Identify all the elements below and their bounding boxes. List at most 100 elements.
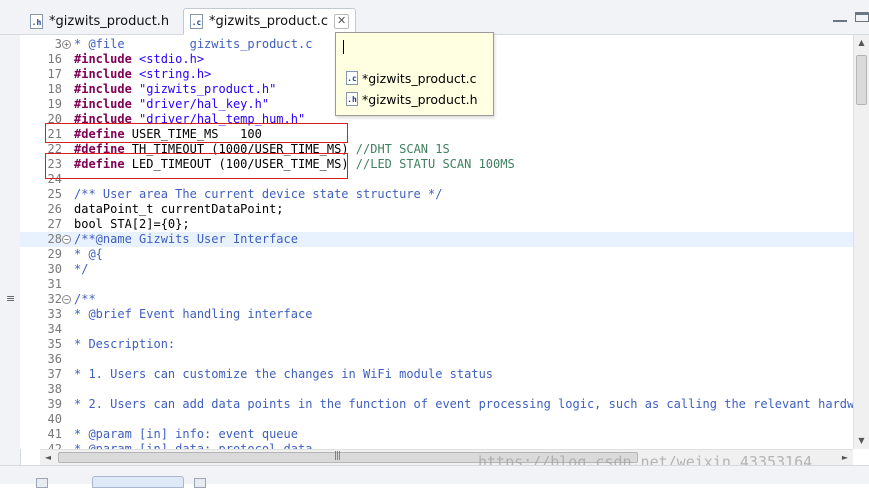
code-token: * 1. Users can customize the changes in … bbox=[74, 367, 494, 381]
code-token: * @{ bbox=[74, 247, 103, 261]
scroll-up-icon[interactable]: ▲ bbox=[854, 35, 869, 51]
code-token: //LED STATU SCAN 100MS bbox=[355, 157, 515, 171]
code-token: /** User area The current device state s… bbox=[74, 187, 443, 201]
code-text: * 1. Users can customize the changes in … bbox=[74, 367, 493, 382]
code-line[interactable]: 25 /** User area The current device state… bbox=[20, 187, 853, 202]
popup-item-label: *gizwits_product.c bbox=[362, 70, 477, 86]
window-controls bbox=[833, 12, 869, 22]
code-text: bool STA[2]={0}; bbox=[74, 217, 190, 232]
vertical-scroll-thumb[interactable] bbox=[856, 55, 867, 105]
code-token: * @param [in] data: protocol data bbox=[74, 442, 313, 449]
minimize-icon[interactable] bbox=[833, 12, 847, 22]
line-number: 40 bbox=[47, 412, 62, 426]
code-line[interactable]: 34 bbox=[20, 322, 853, 337]
bottom-panel-bar bbox=[0, 465, 869, 488]
code-text: /** User area The current device state s… bbox=[74, 187, 442, 202]
scroll-left-icon[interactable]: ◄ bbox=[40, 450, 56, 465]
tab-gizwits-product-c[interactable]: .c *gizwits_product.c ✕ bbox=[183, 8, 357, 35]
code-text: * @brief Event handling interface bbox=[74, 307, 312, 322]
code-line[interactable]: 35 * Description: bbox=[20, 337, 853, 352]
left-trim-strip: ≡ bbox=[0, 35, 21, 483]
code-line[interactable]: 41 * @param [in] info: event queue bbox=[20, 427, 853, 442]
panel-icon[interactable] bbox=[194, 478, 206, 488]
code-text: */ bbox=[74, 262, 88, 277]
code-line[interactable]: 31 bbox=[20, 277, 853, 292]
line-number: 27 bbox=[47, 217, 62, 231]
code-line[interactable]: 42 * @param [in] data: protocol data bbox=[20, 442, 853, 449]
code-text: #include <stdio.h> bbox=[74, 52, 204, 67]
close-icon[interactable]: ✕ bbox=[334, 14, 350, 29]
code-line[interactable]: 38 bbox=[20, 382, 853, 397]
panel-icon[interactable] bbox=[36, 478, 48, 488]
code-token: #include bbox=[74, 67, 132, 81]
code-token: /**@name Gizwits User Interface bbox=[74, 232, 298, 246]
code-line[interactable]: 28−/**@name Gizwits User Interface bbox=[20, 232, 853, 247]
h-file-icon: .h bbox=[30, 13, 43, 29]
line-number: 19 bbox=[47, 97, 62, 111]
code-line[interactable]: 37 * 1. Users can customize the changes i… bbox=[20, 367, 853, 382]
code-token: * 2. Users can add data points in the fu… bbox=[74, 397, 853, 411]
line-number: 41 bbox=[47, 427, 62, 441]
collapse-fold-icon[interactable]: − bbox=[62, 235, 71, 244]
scroll-right-icon[interactable]: ► bbox=[837, 450, 853, 465]
tab-gizwits-product-h[interactable]: .h *gizwits_product.h bbox=[30, 9, 169, 33]
code-line[interactable]: 36 bbox=[20, 352, 853, 367]
line-number: 26 bbox=[47, 202, 62, 216]
code-token: <string.h> bbox=[131, 67, 212, 81]
line-number: 35 bbox=[47, 337, 62, 351]
code-line[interactable]: 39 * 2. Users can add data points in the … bbox=[20, 397, 853, 412]
line-number: 33 bbox=[47, 307, 62, 321]
code-line[interactable]: 40 bbox=[20, 412, 853, 427]
bottom-panel-tab[interactable] bbox=[92, 476, 184, 488]
editor-tab-bar: .h *gizwits_product.h .c *gizwits_produc… bbox=[0, 0, 869, 35]
code-token: * @brief Event handling interface bbox=[74, 307, 313, 321]
expand-fold-icon[interactable]: + bbox=[62, 40, 71, 49]
code-text: * @param [in] data: protocol data bbox=[74, 442, 312, 449]
code-token: * Description: bbox=[74, 337, 176, 351]
code-text: /**@name Gizwits User Interface bbox=[74, 232, 298, 247]
tab-label: *gizwits_product.c bbox=[209, 14, 329, 29]
popup-item-gizwits-product-h[interactable]: .h *gizwits_product.h bbox=[346, 89, 478, 109]
line-number: 31 bbox=[47, 277, 62, 291]
code-text: * @file gizwits_product.c bbox=[74, 37, 312, 52]
code-token: * @param [in] info: event queue bbox=[74, 427, 298, 441]
code-line[interactable]: 29 * @{ bbox=[20, 247, 853, 262]
code-line[interactable]: 33 * @brief Event handling interface bbox=[20, 307, 853, 322]
code-token: "gizwits_product.h" bbox=[131, 82, 277, 96]
code-token: #include bbox=[74, 52, 132, 66]
line-number: 3 bbox=[54, 37, 62, 51]
line-number: 17 bbox=[47, 67, 62, 81]
code-token: bool STA[2]={0}; bbox=[74, 217, 190, 231]
line-number: 36 bbox=[47, 352, 62, 366]
popup-item-label: *gizwits_product.h bbox=[362, 91, 478, 107]
code-text: #include "gizwits_product.h" bbox=[74, 82, 276, 97]
code-line[interactable]: 32−/** bbox=[20, 292, 853, 307]
code-token: */ bbox=[74, 262, 89, 276]
code-text: * 2. Users can add data points in the fu… bbox=[74, 397, 853, 412]
code-token: dataPoint_t currentDataPoint; bbox=[74, 202, 284, 216]
line-number: 29 bbox=[47, 247, 62, 261]
vertical-scrollbar[interactable]: ▲ ▼ bbox=[853, 35, 869, 449]
line-number: 25 bbox=[47, 187, 62, 201]
code-text: #include "driver/hal_key.h" bbox=[74, 97, 269, 112]
line-number: 42 bbox=[47, 442, 62, 449]
scroll-down-icon[interactable]: ▼ bbox=[854, 433, 869, 449]
code-token: #include bbox=[74, 82, 132, 96]
grip-icon[interactable]: ≡ bbox=[6, 292, 15, 305]
maximize-icon[interactable] bbox=[855, 12, 869, 22]
code-token: "driver/hal_key.h" bbox=[131, 97, 270, 111]
line-number: 30 bbox=[47, 262, 62, 276]
code-token: /** bbox=[74, 292, 96, 306]
highlight-box-user-time bbox=[45, 123, 348, 143]
code-line[interactable]: 27 bool STA[2]={0}; bbox=[20, 217, 853, 232]
code-token: //DHT SCAN 1S bbox=[355, 142, 450, 156]
code-token: * @file gizwits_product.c bbox=[74, 37, 313, 51]
c-file-icon: .c bbox=[346, 71, 358, 85]
autocomplete-popup: .c *gizwits_product.c .h *gizwits_produc… bbox=[335, 32, 494, 116]
line-number: 18 bbox=[47, 82, 62, 96]
popup-item-gizwits-product-c[interactable]: .c *gizwits_product.c bbox=[346, 68, 477, 88]
line-number: 34 bbox=[47, 322, 62, 336]
code-line[interactable]: 30 */ bbox=[20, 262, 853, 277]
collapse-fold-icon[interactable]: − bbox=[62, 295, 71, 304]
code-line[interactable]: 26 dataPoint_t currentDataPoint; bbox=[20, 202, 853, 217]
